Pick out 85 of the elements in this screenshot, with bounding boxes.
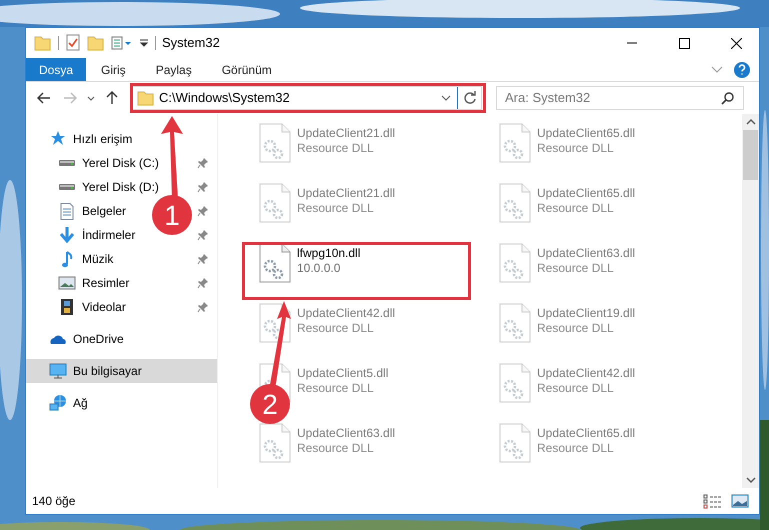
scrollbar-thumb[interactable]	[743, 130, 758, 180]
step-number: 2	[250, 384, 290, 424]
file-detail: Resource DLL	[297, 201, 375, 216]
file-detail: Resource DLL	[297, 441, 375, 456]
sidebar-item[interactable]: Bu bilgisayar	[26, 359, 217, 383]
maximize-icon	[678, 38, 690, 48]
new-folder-icon[interactable]	[87, 34, 105, 52]
file-name: UpdateClient65.dll	[537, 126, 636, 141]
pin-icon[interactable]	[197, 253, 209, 265]
pin-icon[interactable]	[197, 229, 209, 241]
ribbon-tab[interactable]: Dosya	[26, 58, 86, 81]
down-arrow-icon	[59, 227, 75, 243]
file-detail: 10.0.0.0	[297, 261, 342, 276]
details-view-icon[interactable]	[703, 493, 723, 509]
properties-icon[interactable]	[65, 34, 81, 52]
file-detail: Resource DLL	[537, 261, 615, 276]
chevron-icon[interactable]	[711, 66, 723, 73]
monitor-icon	[49, 363, 67, 379]
view-icon[interactable]	[111, 34, 133, 52]
window-title: System32	[162, 34, 221, 52]
sidebar-item[interactable]: Belgeler	[26, 199, 130, 223]
close-icon	[730, 38, 742, 48]
sidebar-item[interactable]: İndirmeler	[26, 223, 140, 247]
sidebar-item[interactable]: Ağ	[26, 391, 217, 415]
item-count: 140 öğe	[32, 493, 76, 510]
scroll-up-icon[interactable]	[746, 119, 756, 125]
file-name: UpdateClient63.dll	[297, 426, 396, 441]
folder-icon	[137, 89, 155, 107]
picture-icon	[58, 276, 76, 290]
pin-icon[interactable]	[197, 157, 209, 169]
file-detail: Resource DLL	[537, 321, 615, 336]
forward-arrow-icon	[63, 92, 77, 104]
refresh-icon	[462, 91, 476, 105]
file-name: UpdateClient21.dll	[297, 186, 396, 201]
file-name: UpdateClient42.dll	[297, 306, 396, 321]
step-number: 1	[152, 195, 192, 235]
file-name: UpdateClient65.dll	[537, 186, 636, 201]
sidebar-item[interactable]: Videolar	[26, 295, 130, 319]
minimize-icon	[627, 42, 637, 44]
file-detail: Resource DLL	[537, 441, 615, 456]
file-name: lfwpg10n.dll	[297, 246, 360, 261]
document-icon	[60, 202, 74, 220]
back-arrow-icon	[37, 92, 51, 104]
file-name: UpdateClient21.dll	[297, 126, 396, 141]
file-name: UpdateClient19.dll	[537, 306, 636, 321]
drive-icon	[58, 159, 76, 167]
pin-icon[interactable]	[197, 301, 209, 313]
pin-icon[interactable]	[197, 205, 209, 217]
sidebar-item[interactable]: Yerel Disk (C:)	[26, 151, 163, 175]
address-bar[interactable]: C:\Windows\System32	[130, 86, 482, 110]
dropdown-icon[interactable]	[441, 95, 451, 101]
sidebar-item[interactable]: OneDrive	[26, 327, 217, 351]
large-icons-view-icon[interactable]	[731, 493, 749, 509]
music-note-icon	[61, 250, 73, 268]
search-box[interactable]: Ara: System32	[496, 86, 744, 110]
cloud-icon	[50, 334, 66, 344]
star-icon	[49, 131, 67, 147]
file-name: UpdateClient63.dll	[537, 246, 636, 261]
scroll-down-icon[interactable]	[746, 477, 756, 483]
caret-icon	[87, 96, 95, 100]
film-icon	[61, 299, 73, 315]
dll-file-icon[interactable]	[259, 243, 291, 283]
help-icon[interactable]	[733, 60, 751, 78]
sidebar-item[interactable]: Hızlı erişim	[26, 127, 217, 151]
sidebar-item[interactable]: Müzik	[26, 247, 118, 271]
file-detail: Resource DLL	[537, 141, 615, 156]
pin-icon[interactable]	[197, 181, 209, 193]
file-detail: Resource DLL	[297, 141, 375, 156]
globe-icon	[49, 395, 67, 411]
ribbon-tab[interactable]: Görünüm	[206, 58, 287, 81]
drive-icon	[58, 183, 76, 191]
file-detail: Resource DLL	[537, 201, 615, 216]
ribbon-tab[interactable]: Giriş	[86, 58, 141, 81]
file-detail: Resource DLL	[537, 381, 615, 396]
up-arrow-icon	[106, 91, 118, 105]
file-detail: Resource DLL	[297, 321, 375, 336]
pin-icon[interactable]	[197, 277, 209, 289]
ribbon-tab[interactable]: Paylaş	[140, 58, 207, 81]
file-name: UpdateClient42.dll	[537, 366, 636, 381]
sidebar-item[interactable]: Resimler	[26, 271, 134, 295]
file-name: UpdateClient65.dll	[537, 426, 636, 441]
folder-icon[interactable]	[34, 34, 52, 52]
search-icon[interactable]	[721, 91, 735, 105]
file-name: UpdateClient5.dll	[297, 366, 388, 381]
file-detail: Resource DLL	[297, 381, 375, 396]
